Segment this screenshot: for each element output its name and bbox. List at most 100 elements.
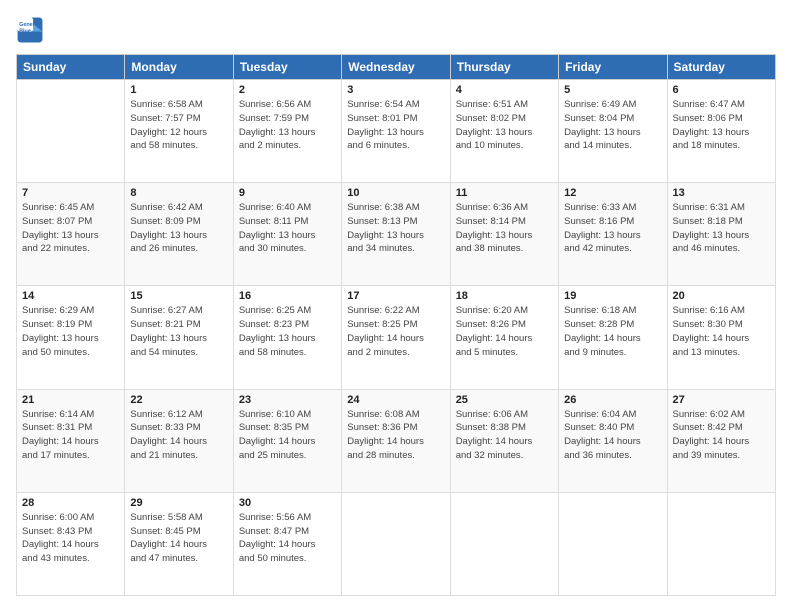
calendar-cell: 10Sunrise: 6:38 AM Sunset: 8:13 PM Dayli…	[342, 183, 450, 286]
calendar-cell: 30 Sunrise: 5:56 AM Sunset: 8:47 PM Dayli…	[233, 492, 341, 595]
calendar-cell: 11 Sunrise: 6:36 AM Sunset: 8:14 PM Dayli…	[450, 183, 558, 286]
day-number: 21	[22, 394, 119, 406]
header: General Blue	[16, 16, 776, 44]
calendar-cell	[342, 492, 450, 595]
logo: General Blue	[16, 16, 44, 44]
day-number: 18	[456, 290, 553, 302]
calendar-cell: 27Sunrise: 6:02 AM Sunset: 8:42 PM Dayli…	[667, 389, 775, 492]
calendar-cell	[17, 80, 125, 183]
calendar-cell: 25 Sunrise: 6:06 AM Sunset: 8:38 PM Dayli…	[450, 389, 558, 492]
day-info: Sunrise: 6:10 AM Sunset: 8:35 PM Dayligh…	[239, 408, 336, 463]
day-number: 29	[130, 497, 227, 509]
weekday-header-row: SundayMondayTuesdayWednesdayThursdayFrid…	[17, 55, 776, 80]
day-number: 28	[22, 497, 119, 509]
day-number: 4	[456, 84, 553, 96]
calendar-cell: 20 Sunrise: 6:16 AM Sunset: 8:30 PM Dayli…	[667, 286, 775, 389]
weekday-header-tuesday: Tuesday	[233, 55, 341, 80]
day-info: Sunrise: 6:56 AM Sunset: 7:59 PM Dayligh…	[239, 98, 336, 153]
calendar-cell: 19 Sunrise: 6:18 AM Sunset: 8:28 PM Dayli…	[559, 286, 667, 389]
calendar-cell: 4 Sunrise: 6:51 AM Sunset: 8:02 PM Daylig…	[450, 80, 558, 183]
calendar-cell: 26 Sunrise: 6:04 AM Sunset: 8:40 PM Dayli…	[559, 389, 667, 492]
day-number: 25	[456, 394, 553, 406]
calendar-cell: 1Sunrise: 6:58 AM Sunset: 7:57 PM Daylig…	[125, 80, 233, 183]
day-number: 30	[239, 497, 336, 509]
day-info: Sunrise: 6:54 AM Sunset: 8:01 PM Dayligh…	[347, 98, 444, 153]
day-number: 5	[564, 84, 661, 96]
day-info: Sunrise: 6:08 AM Sunset: 8:36 PM Dayligh…	[347, 408, 444, 463]
calendar-cell: 2Sunrise: 6:56 AM Sunset: 7:59 PM Daylig…	[233, 80, 341, 183]
day-number: 12	[564, 187, 661, 199]
calendar-cell: 15Sunrise: 6:27 AM Sunset: 8:21 PM Dayli…	[125, 286, 233, 389]
calendar-cell: 12 Sunrise: 6:33 AM Sunset: 8:16 PM Dayli…	[559, 183, 667, 286]
weekday-header-wednesday: Wednesday	[342, 55, 450, 80]
day-info: Sunrise: 6:47 AM Sunset: 8:06 PM Dayligh…	[673, 98, 770, 153]
calendar-cell: 22 Sunrise: 6:12 AM Sunset: 8:33 PM Dayli…	[125, 389, 233, 492]
week-row-4: 28Sunrise: 6:00 AM Sunset: 8:43 PM Dayli…	[17, 492, 776, 595]
svg-text:Blue: Blue	[19, 28, 31, 34]
calendar-cell: 28Sunrise: 6:00 AM Sunset: 8:43 PM Dayli…	[17, 492, 125, 595]
day-info: Sunrise: 6:25 AM Sunset: 8:23 PM Dayligh…	[239, 304, 336, 359]
day-number: 23	[239, 394, 336, 406]
day-info: Sunrise: 6:18 AM Sunset: 8:28 PM Dayligh…	[564, 304, 661, 359]
weekday-header-saturday: Saturday	[667, 55, 775, 80]
day-info: Sunrise: 6:14 AM Sunset: 8:31 PM Dayligh…	[22, 408, 119, 463]
calendar-cell: 23 Sunrise: 6:10 AM Sunset: 8:35 PM Dayli…	[233, 389, 341, 492]
week-row-2: 14 Sunrise: 6:29 AM Sunset: 8:19 PM Dayli…	[17, 286, 776, 389]
calendar-cell	[450, 492, 558, 595]
day-number: 11	[456, 187, 553, 199]
day-info: Sunrise: 5:56 AM Sunset: 8:47 PM Dayligh…	[239, 511, 336, 566]
calendar-cell: 7 Sunrise: 6:45 AM Sunset: 8:07 PM Daylig…	[17, 183, 125, 286]
day-info: Sunrise: 6:22 AM Sunset: 8:25 PM Dayligh…	[347, 304, 444, 359]
weekday-header-thursday: Thursday	[450, 55, 558, 80]
day-info: Sunrise: 6:29 AM Sunset: 8:19 PM Dayligh…	[22, 304, 119, 359]
day-number: 17	[347, 290, 444, 302]
day-number: 6	[673, 84, 770, 96]
day-number: 19	[564, 290, 661, 302]
day-info: Sunrise: 6:51 AM Sunset: 8:02 PM Dayligh…	[456, 98, 553, 153]
day-number: 9	[239, 187, 336, 199]
day-number: 13	[673, 187, 770, 199]
day-info: Sunrise: 5:58 AM Sunset: 8:45 PM Dayligh…	[130, 511, 227, 566]
day-info: Sunrise: 6:38 AM Sunset: 8:13 PM Dayligh…	[347, 201, 444, 256]
calendar-cell: 29 Sunrise: 5:58 AM Sunset: 8:45 PM Dayli…	[125, 492, 233, 595]
day-number: 15	[130, 290, 227, 302]
svg-text:General: General	[19, 22, 40, 28]
calendar-cell: 9 Sunrise: 6:40 AM Sunset: 8:11 PM Daylig…	[233, 183, 341, 286]
calendar-cell: 3Sunrise: 6:54 AM Sunset: 8:01 PM Daylig…	[342, 80, 450, 183]
calendar-body: 1Sunrise: 6:58 AM Sunset: 7:57 PM Daylig…	[17, 80, 776, 596]
day-number: 22	[130, 394, 227, 406]
weekday-header-monday: Monday	[125, 55, 233, 80]
day-info: Sunrise: 6:40 AM Sunset: 8:11 PM Dayligh…	[239, 201, 336, 256]
calendar-cell: 6 Sunrise: 6:47 AM Sunset: 8:06 PM Daylig…	[667, 80, 775, 183]
day-number: 26	[564, 394, 661, 406]
day-info: Sunrise: 6:12 AM Sunset: 8:33 PM Dayligh…	[130, 408, 227, 463]
day-info: Sunrise: 6:33 AM Sunset: 8:16 PM Dayligh…	[564, 201, 661, 256]
day-info: Sunrise: 6:02 AM Sunset: 8:42 PM Dayligh…	[673, 408, 770, 463]
calendar-cell: 16 Sunrise: 6:25 AM Sunset: 8:23 PM Dayli…	[233, 286, 341, 389]
calendar-cell: 8 Sunrise: 6:42 AM Sunset: 8:09 PM Daylig…	[125, 183, 233, 286]
day-info: Sunrise: 6:04 AM Sunset: 8:40 PM Dayligh…	[564, 408, 661, 463]
day-number: 8	[130, 187, 227, 199]
day-info: Sunrise: 6:06 AM Sunset: 8:38 PM Dayligh…	[456, 408, 553, 463]
day-info: Sunrise: 6:31 AM Sunset: 8:18 PM Dayligh…	[673, 201, 770, 256]
day-info: Sunrise: 6:49 AM Sunset: 8:04 PM Dayligh…	[564, 98, 661, 153]
calendar-cell: 18Sunrise: 6:20 AM Sunset: 8:26 PM Dayli…	[450, 286, 558, 389]
week-row-0: 1Sunrise: 6:58 AM Sunset: 7:57 PM Daylig…	[17, 80, 776, 183]
day-number: 20	[673, 290, 770, 302]
calendar-cell: 24 Sunrise: 6:08 AM Sunset: 8:36 PM Dayli…	[342, 389, 450, 492]
calendar-cell	[667, 492, 775, 595]
calendar-table: SundayMondayTuesdayWednesdayThursdayFrid…	[16, 54, 776, 596]
day-number: 24	[347, 394, 444, 406]
calendar-cell: 13 Sunrise: 6:31 AM Sunset: 8:18 PM Dayli…	[667, 183, 775, 286]
calendar-cell: 5 Sunrise: 6:49 AM Sunset: 8:04 PM Daylig…	[559, 80, 667, 183]
day-number: 14	[22, 290, 119, 302]
day-info: Sunrise: 6:58 AM Sunset: 7:57 PM Dayligh…	[130, 98, 227, 153]
day-number: 16	[239, 290, 336, 302]
day-info: Sunrise: 6:16 AM Sunset: 8:30 PM Dayligh…	[673, 304, 770, 359]
day-info: Sunrise: 6:42 AM Sunset: 8:09 PM Dayligh…	[130, 201, 227, 256]
week-row-3: 21 Sunrise: 6:14 AM Sunset: 8:31 PM Dayli…	[17, 389, 776, 492]
day-info: Sunrise: 6:45 AM Sunset: 8:07 PM Dayligh…	[22, 201, 119, 256]
calendar-cell: 14 Sunrise: 6:29 AM Sunset: 8:19 PM Dayli…	[17, 286, 125, 389]
day-number: 7	[22, 187, 119, 199]
day-info: Sunrise: 6:36 AM Sunset: 8:14 PM Dayligh…	[456, 201, 553, 256]
